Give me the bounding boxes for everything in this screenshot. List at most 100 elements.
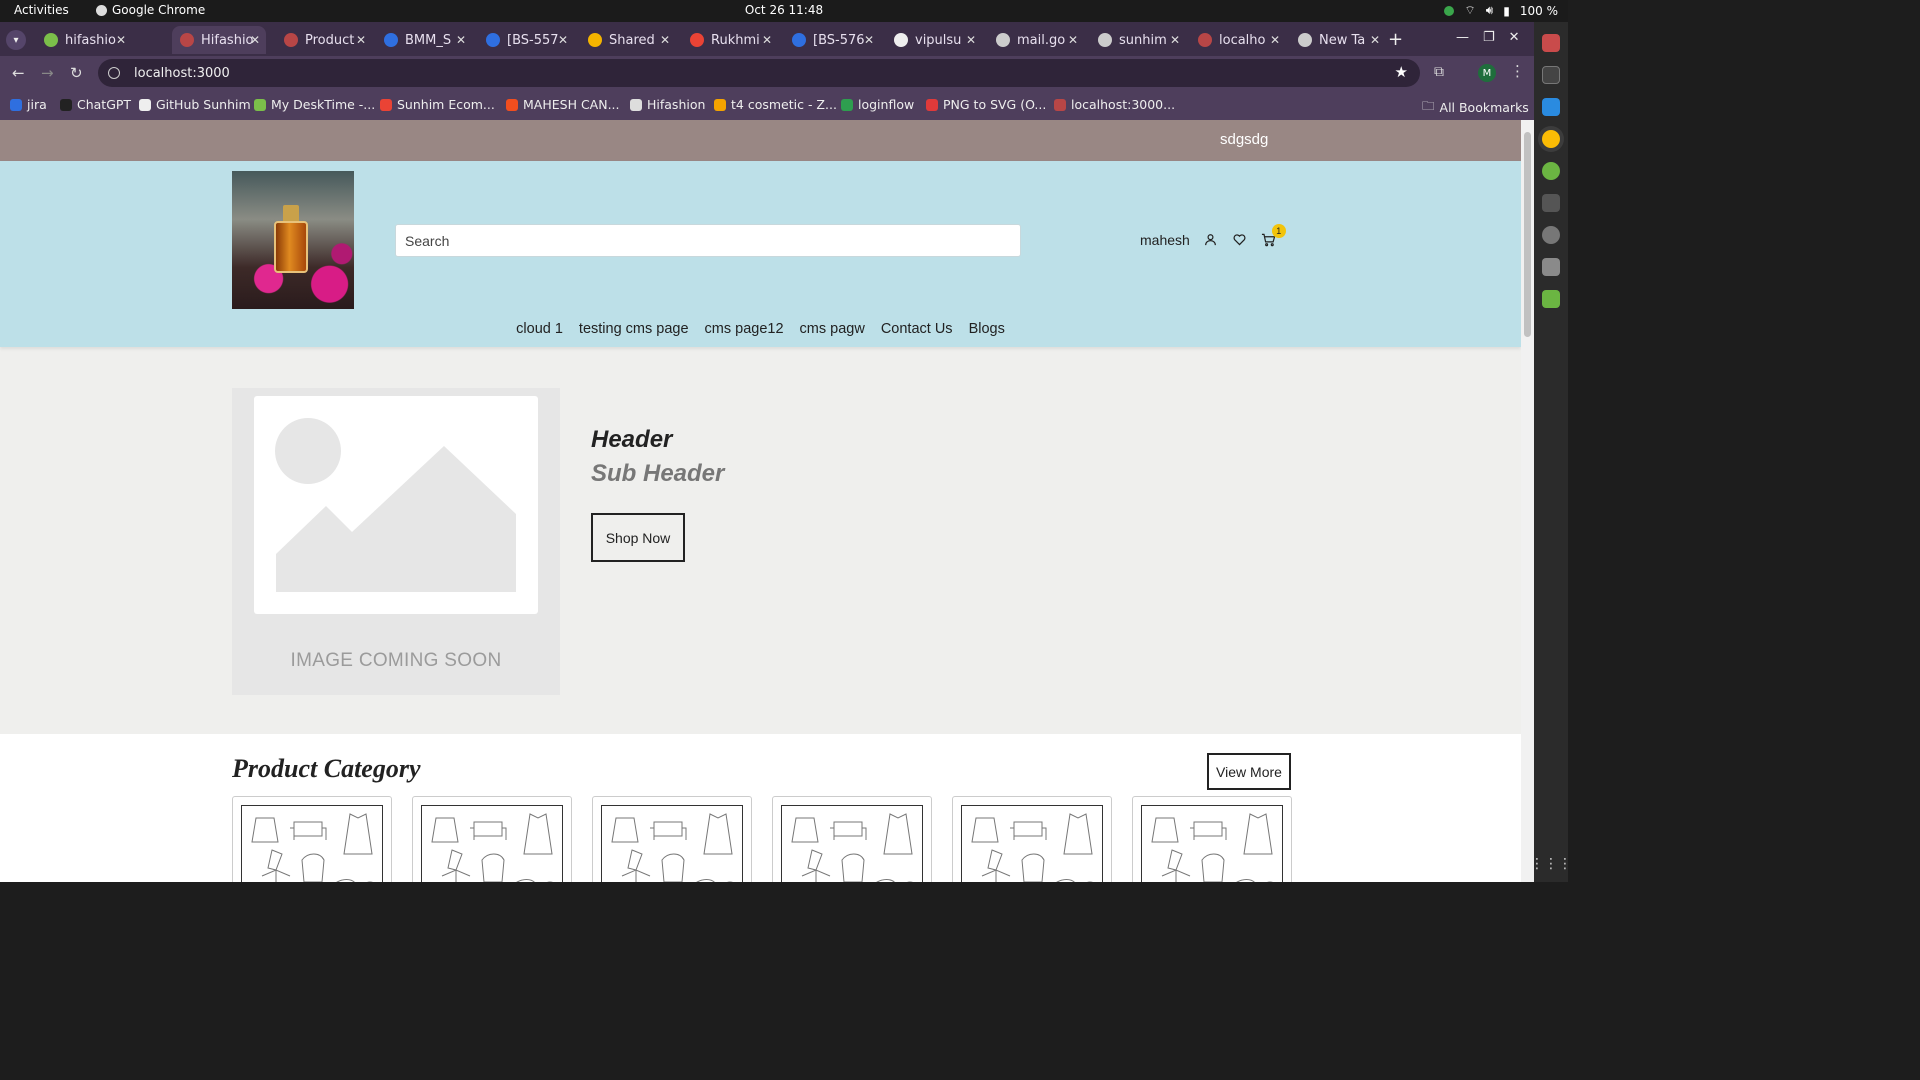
category-card[interactable]: [412, 796, 572, 882]
tab-favicon-icon: [486, 33, 500, 47]
shop-now-button[interactable]: Shop Now: [591, 513, 685, 562]
tab-search-icon[interactable]: ▾: [6, 30, 26, 50]
tab-close-icon[interactable]: ✕: [864, 33, 874, 47]
tab-12[interactable]: New Ta ✕: [1290, 26, 1386, 54]
tab-label: localho: [1219, 32, 1266, 48]
extensions-icon[interactable]: ⧉: [1434, 64, 1444, 80]
bookmark-item[interactable]: ChatGPT: [60, 97, 131, 112]
system-monitor-icon[interactable]: [1542, 194, 1560, 212]
bookmark-item[interactable]: PNG to SVG (O...: [926, 97, 1046, 112]
tab-close-icon[interactable]: ✕: [356, 33, 366, 47]
tab-close-icon[interactable]: ✕: [762, 33, 772, 47]
show-apps-icon[interactable]: ⋮⋮⋮: [1530, 856, 1572, 872]
tab-label: mail.go: [1017, 32, 1066, 48]
profile-avatar[interactable]: M: [1478, 64, 1496, 82]
tab-label: Shared: [609, 32, 655, 48]
nav-item-cms-pagw[interactable]: cms pagw: [800, 321, 865, 337]
bookmarks-bar: jira ChatGPT GitHub Sunhim My DeskTime -...…: [0, 90, 1534, 120]
nav-item-cms-page12[interactable]: cms page12: [705, 321, 784, 337]
bookmark-item[interactable]: loginflow: [841, 97, 914, 112]
tab-favicon-icon: [1298, 33, 1312, 47]
category-card[interactable]: [592, 796, 752, 882]
chrome-app-icon[interactable]: [1542, 130, 1560, 148]
scrollbar-thumb[interactable]: [1524, 132, 1531, 337]
tab-close-icon[interactable]: ✕: [116, 33, 126, 47]
tab-6[interactable]: Rukhmi ✕: [682, 26, 778, 54]
tab-favicon-icon: [44, 33, 58, 47]
tab-close-icon[interactable]: ✕: [1170, 33, 1180, 47]
disk-app-icon[interactable]: [1542, 226, 1560, 244]
tab-11[interactable]: localho ✕: [1190, 26, 1286, 54]
bookmark-item[interactable]: Sunhim Ecom...: [380, 97, 495, 112]
bookmark-favicon-icon: [841, 98, 853, 111]
tab-close-icon[interactable]: ✕: [558, 33, 568, 47]
cart-icon[interactable]: 1: [1260, 224, 1286, 248]
nav-item-contact-us[interactable]: Contact Us: [881, 321, 953, 337]
nav-item-blogs[interactable]: Blogs: [969, 321, 1005, 337]
app-menu[interactable]: Google Chrome: [96, 3, 205, 17]
vscode-app-icon[interactable]: [1542, 98, 1560, 116]
site-info-icon[interactable]: [108, 67, 120, 79]
tab-10[interactable]: sunhim ✕: [1090, 26, 1186, 54]
tab-8[interactable]: vipulsu ✕: [886, 26, 982, 54]
tab-0[interactable]: hifashio ✕: [36, 26, 132, 54]
back-icon[interactable]: ←: [12, 64, 25, 82]
hero-image-placeholder: IMAGE COMING SOON: [232, 388, 560, 695]
reload-icon[interactable]: ↻: [70, 64, 83, 82]
bookmark-item[interactable]: jira: [10, 97, 47, 112]
tab-close-icon[interactable]: ✕: [1270, 33, 1280, 47]
close-window-icon[interactable]: ✕: [1509, 30, 1520, 45]
section-title: Product Category: [232, 754, 421, 783]
view-more-button[interactable]: View More: [1207, 753, 1291, 790]
tab-5[interactable]: Shared ✕: [580, 26, 676, 54]
bookmark-item[interactable]: Hifashion: [630, 97, 705, 112]
files-app-icon[interactable]: [1542, 34, 1560, 52]
tab-3[interactable]: BMM_S ✕: [376, 26, 472, 54]
desktime-app-icon[interactable]: [1542, 162, 1560, 180]
bookmark-item[interactable]: t4 cosmetic - Z...: [714, 97, 837, 112]
chrome-menu-icon[interactable]: ⋮: [1510, 62, 1525, 80]
usb-app-icon[interactable]: [1542, 258, 1560, 276]
category-card[interactable]: [232, 796, 392, 882]
nav-item-testing-cms-page[interactable]: testing cms page: [579, 321, 689, 337]
tab-9[interactable]: mail.go ✕: [988, 26, 1084, 54]
category-card[interactable]: [772, 796, 932, 882]
tab-close-icon[interactable]: ✕: [966, 33, 976, 47]
bookmark-item[interactable]: GitHub Sunhim: [139, 97, 251, 112]
trash-app-icon[interactable]: [1542, 290, 1560, 308]
search-input[interactable]: [395, 224, 1021, 257]
tab-close-icon[interactable]: ✕: [660, 33, 670, 47]
bookmark-item[interactable]: My DeskTime -...: [254, 97, 375, 112]
tab-close-icon[interactable]: ✕: [250, 33, 260, 47]
site-logo[interactable]: [232, 171, 354, 309]
bookmark-item[interactable]: localhost:3000...: [1054, 97, 1175, 112]
tab-4[interactable]: [BS-557 ✕: [478, 26, 574, 54]
tab-close-icon[interactable]: ✕: [1068, 33, 1078, 47]
system-tray[interactable]: ⌔ 🔊︎ ▮ 100 %: [1444, 3, 1558, 18]
user-icon[interactable]: [1202, 231, 1219, 248]
minimize-icon[interactable]: —: [1456, 30, 1469, 45]
forward-icon[interactable]: →: [41, 64, 54, 82]
tab-close-icon[interactable]: ✕: [1370, 33, 1380, 47]
category-card[interactable]: [1132, 796, 1292, 882]
tab-1[interactable]: Hifashio ✕: [172, 26, 266, 54]
activities-button[interactable]: Activities: [14, 3, 69, 17]
page-scrollbar[interactable]: [1521, 120, 1534, 882]
username[interactable]: mahesh: [1140, 232, 1190, 248]
wishlist-heart-icon[interactable]: [1231, 231, 1248, 248]
tab-7[interactable]: [BS-576 ✕: [784, 26, 880, 54]
bookmark-favicon-icon: [1054, 98, 1066, 111]
bookmark-star-icon[interactable]: ★: [1395, 63, 1408, 81]
new-tab-icon[interactable]: +: [1388, 29, 1403, 50]
restore-icon[interactable]: ❐: [1483, 30, 1495, 45]
terminal-app-icon[interactable]: [1542, 66, 1560, 84]
clock[interactable]: Oct 26 11:48: [0, 3, 1568, 17]
nav-item-cloud-1[interactable]: cloud 1: [516, 321, 563, 337]
tab-2[interactable]: Product ✕: [276, 26, 372, 54]
all-bookmarks[interactable]: 🗀︎ All Bookmarks: [1422, 97, 1529, 118]
category-card[interactable]: [952, 796, 1112, 882]
category-image: [241, 805, 383, 882]
tab-close-icon[interactable]: ✕: [456, 33, 466, 47]
bookmark-item[interactable]: MAHESH CAN...: [506, 97, 620, 112]
address-bar[interactable]: localhost:3000 ★: [98, 59, 1420, 87]
